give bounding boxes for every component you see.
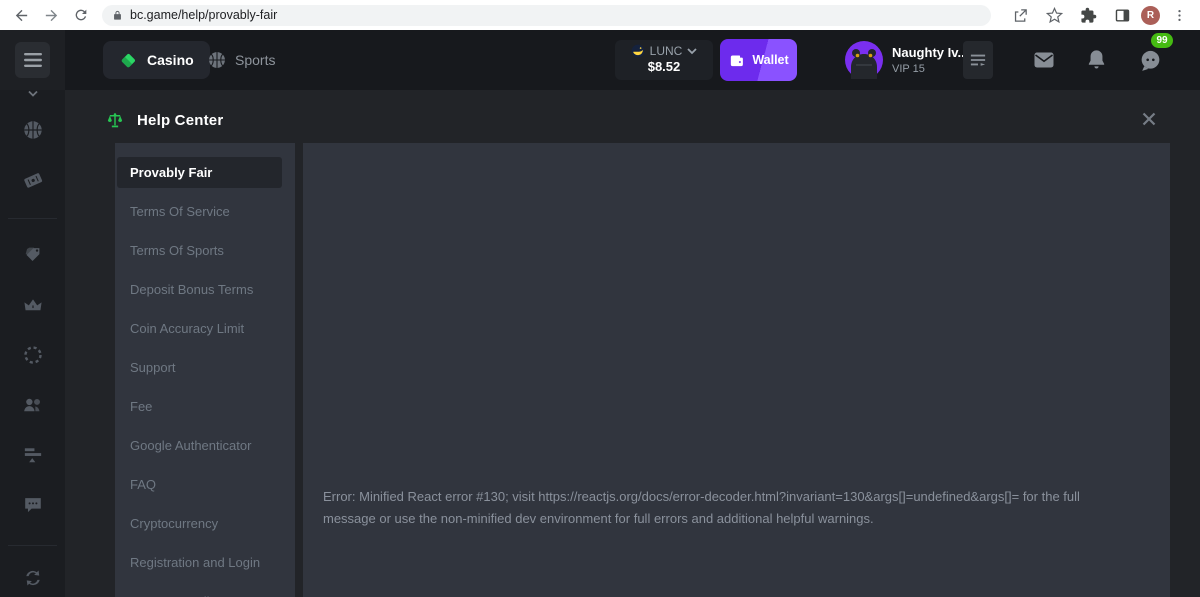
help-content-panel: Error: Minified React error #130; visit … xyxy=(303,143,1170,597)
sidebar-header-cell xyxy=(0,30,65,90)
address-bar[interactable]: bc.game/help/provably-fair xyxy=(102,5,991,26)
vip-level: VIP 15 xyxy=(892,63,968,75)
help-menu-item-registration-and-login[interactable]: Registration and Login xyxy=(117,547,282,578)
currency-amount: $8.52 xyxy=(615,59,713,74)
side-panel-icon[interactable] xyxy=(1107,2,1137,28)
help-menu-panel: Provably Fair Terms Of Service Terms Of … xyxy=(115,143,295,597)
collapsed-sidebar xyxy=(0,90,65,597)
browser-back-icon[interactable] xyxy=(6,2,36,28)
sidebar-divider xyxy=(8,218,57,219)
sports-label: Sports xyxy=(235,52,275,68)
avatar xyxy=(845,41,883,79)
sidebar-promotions-tags-icon[interactable] xyxy=(22,244,44,266)
hamburger-menu-button[interactable] xyxy=(15,42,50,78)
help-menu-item-fee[interactable]: Fee xyxy=(117,391,282,422)
browser-chrome: bc.game/help/provably-fair R xyxy=(0,0,1200,30)
lock-icon xyxy=(112,9,123,22)
sidebar-leaderboard-icon[interactable] xyxy=(21,444,44,467)
wallet-icon xyxy=(728,52,745,69)
user-profile[interactable]: Naughty Iv... VIP 15 xyxy=(845,41,968,79)
sidebar-collapse-chevron-icon[interactable] xyxy=(27,91,38,98)
browser-refresh-icon[interactable] xyxy=(66,2,96,28)
sidebar-divider xyxy=(8,545,57,546)
help-center-modal: Help Center Provably Fair Terms Of Servi… xyxy=(65,90,1200,597)
sidebar-forum-chat-icon[interactable] xyxy=(22,494,44,516)
username: Naughty Iv... xyxy=(892,45,968,60)
help-menu-item-deposit-bonus-terms[interactable]: Deposit Bonus Terms xyxy=(117,274,282,305)
sidebar-vip-crown-icon[interactable] xyxy=(22,295,43,316)
close-icon[interactable] xyxy=(1140,110,1158,128)
basketball-icon xyxy=(207,50,227,70)
sidebar-bets-ticket-icon[interactable] xyxy=(21,169,44,192)
chevron-down-icon xyxy=(687,48,697,55)
wallet-button[interactable]: Wallet xyxy=(720,39,797,81)
help-menu-item-google-authenticator[interactable]: Google Authenticator xyxy=(117,430,282,461)
sidebar-sports-icon[interactable] xyxy=(22,119,44,141)
casino-logo-icon xyxy=(119,51,138,70)
help-menu-item-faq[interactable]: FAQ xyxy=(117,469,282,500)
help-menu-item-terms-of-service[interactable]: Terms Of Service xyxy=(117,196,282,227)
react-error-message: Error: Minified React error #130; visit … xyxy=(323,486,1123,530)
mail-icon[interactable] xyxy=(1032,48,1056,72)
lunc-coin-icon xyxy=(631,44,645,58)
sidebar-bonus-wheel-icon[interactable] xyxy=(22,344,44,366)
url-text: bc.game/help/provably-fair xyxy=(130,8,277,22)
site-header: Casino Sports LUNC $8.52 Wallet Naug xyxy=(0,30,1200,90)
chat-support-icon[interactable] xyxy=(1138,48,1162,72)
currency-selector[interactable]: LUNC $8.52 xyxy=(615,40,713,80)
help-menu-item-provably-fair[interactable]: Provably Fair xyxy=(117,157,282,188)
vip-details-button[interactable] xyxy=(963,41,993,79)
sidebar-refer-friends-icon[interactable] xyxy=(21,394,44,417)
bookmark-star-icon[interactable] xyxy=(1039,2,1069,28)
currency-code: LUNC xyxy=(650,44,683,58)
notifications-bell-icon[interactable] xyxy=(1085,48,1109,72)
help-menu-item-cryptocurrency[interactable]: Cryptocurrency xyxy=(117,508,282,539)
help-menu-item-bc-swap-policy[interactable]: BC Swap Policy xyxy=(117,586,282,597)
help-menu-item-support[interactable]: Support xyxy=(117,352,282,383)
wallet-label: Wallet xyxy=(752,53,788,67)
browser-forward-icon[interactable] xyxy=(36,2,66,28)
extensions-puzzle-icon[interactable] xyxy=(1073,2,1103,28)
chat-unread-badge: 99 xyxy=(1151,33,1173,48)
help-menu-item-terms-of-sports[interactable]: Terms Of Sports xyxy=(117,235,282,266)
casino-label: Casino xyxy=(147,52,194,68)
modal-title: Help Center xyxy=(137,112,223,129)
browser-profile-avatar[interactable]: R xyxy=(1141,6,1160,25)
share-icon[interactable] xyxy=(1005,2,1035,28)
tab-sports[interactable]: Sports xyxy=(207,41,275,79)
tab-casino[interactable]: Casino xyxy=(103,41,210,79)
help-menu-item-coin-accuracy-limit[interactable]: Coin Accuracy Limit xyxy=(117,313,282,344)
sidebar-swap-icon[interactable] xyxy=(21,567,44,590)
browser-actions: R xyxy=(1005,2,1200,28)
scales-icon xyxy=(105,111,125,130)
browser-menu-dots-icon[interactable] xyxy=(1164,2,1194,28)
